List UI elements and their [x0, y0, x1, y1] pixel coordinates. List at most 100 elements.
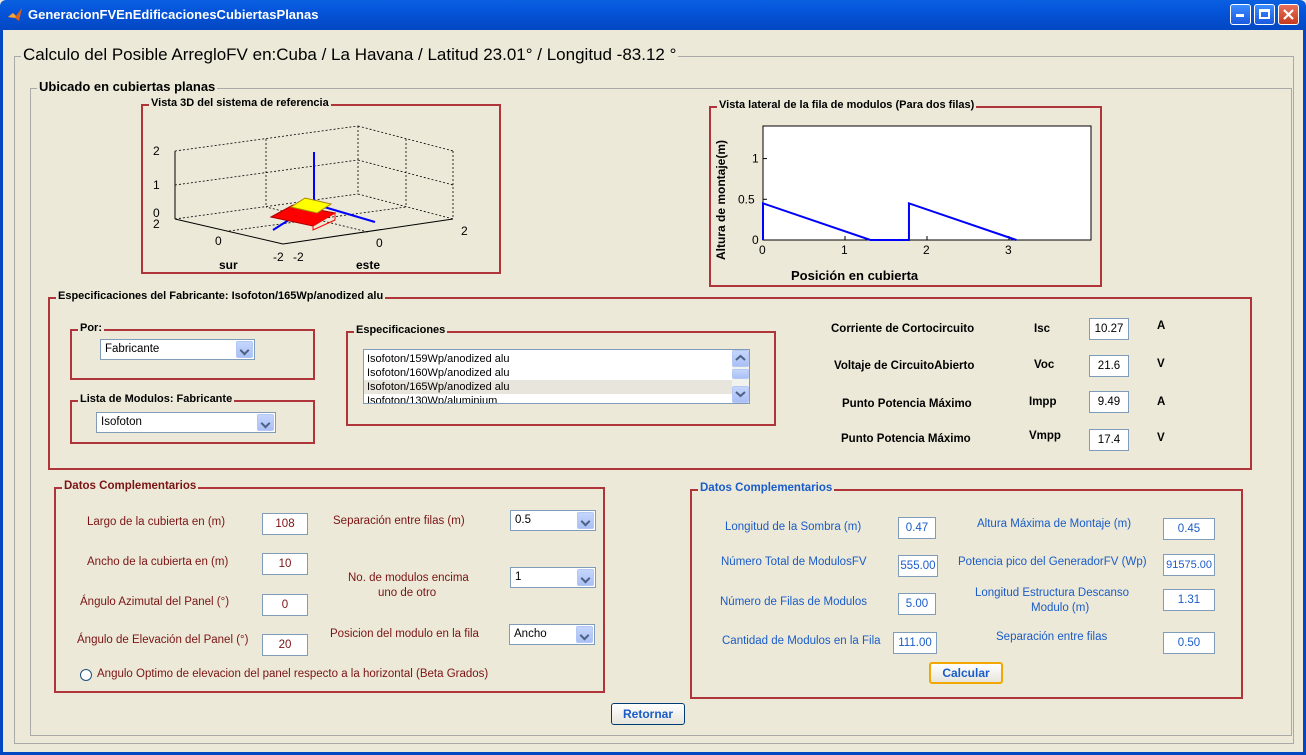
lista-select-value: Isofoton	[101, 416, 142, 428]
estructura-label-2: Modulo (m)	[1031, 602, 1090, 614]
list-item[interactable]: Isofoton/160Wp/anodized alu	[364, 366, 749, 380]
retornar-button[interactable]: Retornar	[611, 703, 685, 725]
filas-field[interactable]: 5.00	[898, 593, 936, 615]
minimize-button[interactable]	[1230, 4, 1251, 25]
title-bar: GeneracionFVEnEdificacionesCubiertasPlan…	[0, 0, 1306, 30]
matlab-icon	[8, 8, 22, 21]
chevron-down-icon[interactable]	[577, 569, 594, 586]
nmod-label-2: uno de otro	[378, 587, 437, 599]
datos-right-title: Datos Complementarios	[698, 482, 835, 494]
param-symbol: Impp	[1029, 396, 1057, 408]
x-tick-label: 2	[923, 243, 930, 257]
por-select[interactable]: Fabricante	[100, 339, 255, 360]
lista-select[interactable]: Isofoton	[96, 412, 276, 433]
azimut-field[interactable]: 0	[262, 594, 308, 616]
calcular-button[interactable]: Calcular	[929, 662, 1003, 684]
altura-field[interactable]: 0.45	[1163, 518, 1215, 540]
param-symbol: Isc	[1034, 323, 1050, 335]
plot3d-axes: 2 1 0 2 0 -2 -2 0 2 sur este	[153, 125, 468, 272]
plot-area	[762, 125, 1092, 241]
param-symbol: Vmpp	[1029, 430, 1061, 442]
chevron-down-icon[interactable]	[236, 341, 253, 358]
este-tick: 2	[461, 224, 468, 238]
fabricante-title: Especificaciones del Fabricante: Isofoto…	[56, 290, 386, 302]
potencia-field[interactable]: 91575.00	[1163, 554, 1215, 576]
chevron-down-icon[interactable]	[577, 512, 594, 529]
este-tick: -2	[293, 250, 304, 264]
sur-tick: 0	[215, 234, 222, 248]
param-unit: A	[1157, 396, 1166, 408]
window-title: GeneracionFVEnEdificacionesCubiertasPlan…	[28, 7, 319, 22]
scroll-thumb[interactable]	[732, 369, 749, 379]
cantidad-field[interactable]: 111.00	[893, 632, 937, 654]
list-item[interactable]: Isofoton/130Wp/aluminium	[364, 394, 749, 403]
vmpp-field[interactable]: 17.4	[1089, 429, 1129, 451]
potencia-label: Potencia pico del GeneradorFV (Wp)	[958, 556, 1147, 568]
impp-field[interactable]: 9.49	[1089, 391, 1129, 413]
z-tick: 2	[153, 144, 160, 158]
sep-right-label: Separación entre filas	[996, 631, 1108, 643]
param-unit: A	[1157, 320, 1166, 332]
filas-label: Número de Filas de Modulos	[720, 596, 868, 608]
y-tick-label: 1	[752, 152, 759, 166]
close-button[interactable]	[1278, 4, 1299, 25]
este-tick: 0	[376, 236, 383, 250]
especificaciones-label: Especificaciones	[354, 324, 448, 336]
sombra-label: Longitud de la Sombra (m)	[725, 521, 862, 533]
chevron-up-icon	[735, 354, 746, 361]
chevron-down-icon[interactable]	[257, 414, 274, 431]
param-unit: V	[1157, 358, 1165, 370]
elev-label: Ángulo de Elevación del Panel (°)	[77, 634, 249, 646]
param-name: Punto Potencia Máximo	[841, 433, 971, 445]
estructura-field[interactable]: 1.31	[1163, 589, 1215, 611]
estructura-label-1: Longitud Estructura Descanso	[975, 587, 1130, 599]
voc-field[interactable]: 21.6	[1089, 355, 1129, 377]
y-tick-label: 0	[752, 233, 759, 247]
list-item[interactable]: Isofoton/165Wp/anodized alu	[364, 380, 749, 394]
nmod-select[interactable]: 1	[510, 567, 596, 588]
param-name: Voltaje de CircuitoAbierto	[834, 360, 975, 372]
lista-label: Lista de Modulos: Fabricante	[78, 393, 235, 405]
largo-label: Largo de la cubierta en (m)	[87, 516, 226, 528]
close-icon	[1283, 9, 1294, 20]
sur-tick: 2	[153, 217, 160, 231]
sep-select[interactable]: 0.5	[510, 510, 596, 531]
side-view-chart: 0 1 2 3 0 0.5 1 Posición en cubierta Altura de…	[714, 125, 1092, 283]
maximize-button[interactable]	[1254, 4, 1275, 25]
chevron-down-icon[interactable]	[576, 626, 593, 643]
scroll-up-button[interactable]	[732, 350, 749, 367]
por-label: Por:	[78, 322, 104, 334]
x-tick-label: 3	[1005, 243, 1012, 257]
beta-radio[interactable]	[80, 669, 92, 681]
z-tick: 1	[153, 178, 160, 192]
pos-select[interactable]: Ancho	[509, 624, 595, 645]
scroll-down-button[interactable]	[732, 386, 749, 403]
param-name: Corriente de Cortocircuito	[831, 323, 975, 335]
param-unit: V	[1157, 432, 1165, 444]
nmod-label-1: No. de modulos encima	[348, 572, 469, 584]
list-item[interactable]: Isofoton/159Wp/anodized alu	[364, 352, 749, 366]
sep-right-field[interactable]: 0.50	[1163, 632, 1215, 654]
sur-tick: -2	[273, 250, 284, 264]
radio-label: Angulo Optimo de elevacion del panel res…	[97, 668, 489, 680]
ancho-field[interactable]: 10	[262, 553, 308, 575]
ubicado-label: Ubicado en cubiertas planas	[37, 79, 218, 94]
isc-field[interactable]: 10.27	[1089, 318, 1129, 340]
sombra-field[interactable]: 0.47	[898, 517, 936, 539]
especificaciones-list[interactable]: Isofoton/159Wp/anodized alu Isofoton/160…	[363, 349, 750, 404]
plot3d-title: Vista 3D del sistema de referencia	[149, 97, 331, 109]
largo-field[interactable]: 108	[262, 513, 308, 535]
side-view-title: Vista lateral de la fila de modulos (Par…	[717, 99, 977, 111]
sep-label: Separación entre filas (m)	[333, 515, 465, 527]
sep-select-value: 0.5	[515, 514, 531, 526]
altura-label: Altura Máxima de Montaje (m)	[977, 518, 1132, 530]
y-axis-label: Altura de montaje(m)	[714, 140, 728, 260]
sur-axis-label: sur	[219, 258, 238, 272]
elev-field[interactable]: 20	[262, 634, 308, 656]
pos-label: Posicion del modulo en la fila	[330, 628, 479, 640]
param-name: Punto Potencia Máximo	[842, 398, 972, 410]
list-scrollbar[interactable]	[732, 350, 749, 403]
x-tick-label: 0	[759, 243, 766, 257]
ancho-label: Ancho de la cubierta en (m)	[87, 556, 229, 568]
total-field[interactable]: 555.00	[898, 555, 938, 577]
